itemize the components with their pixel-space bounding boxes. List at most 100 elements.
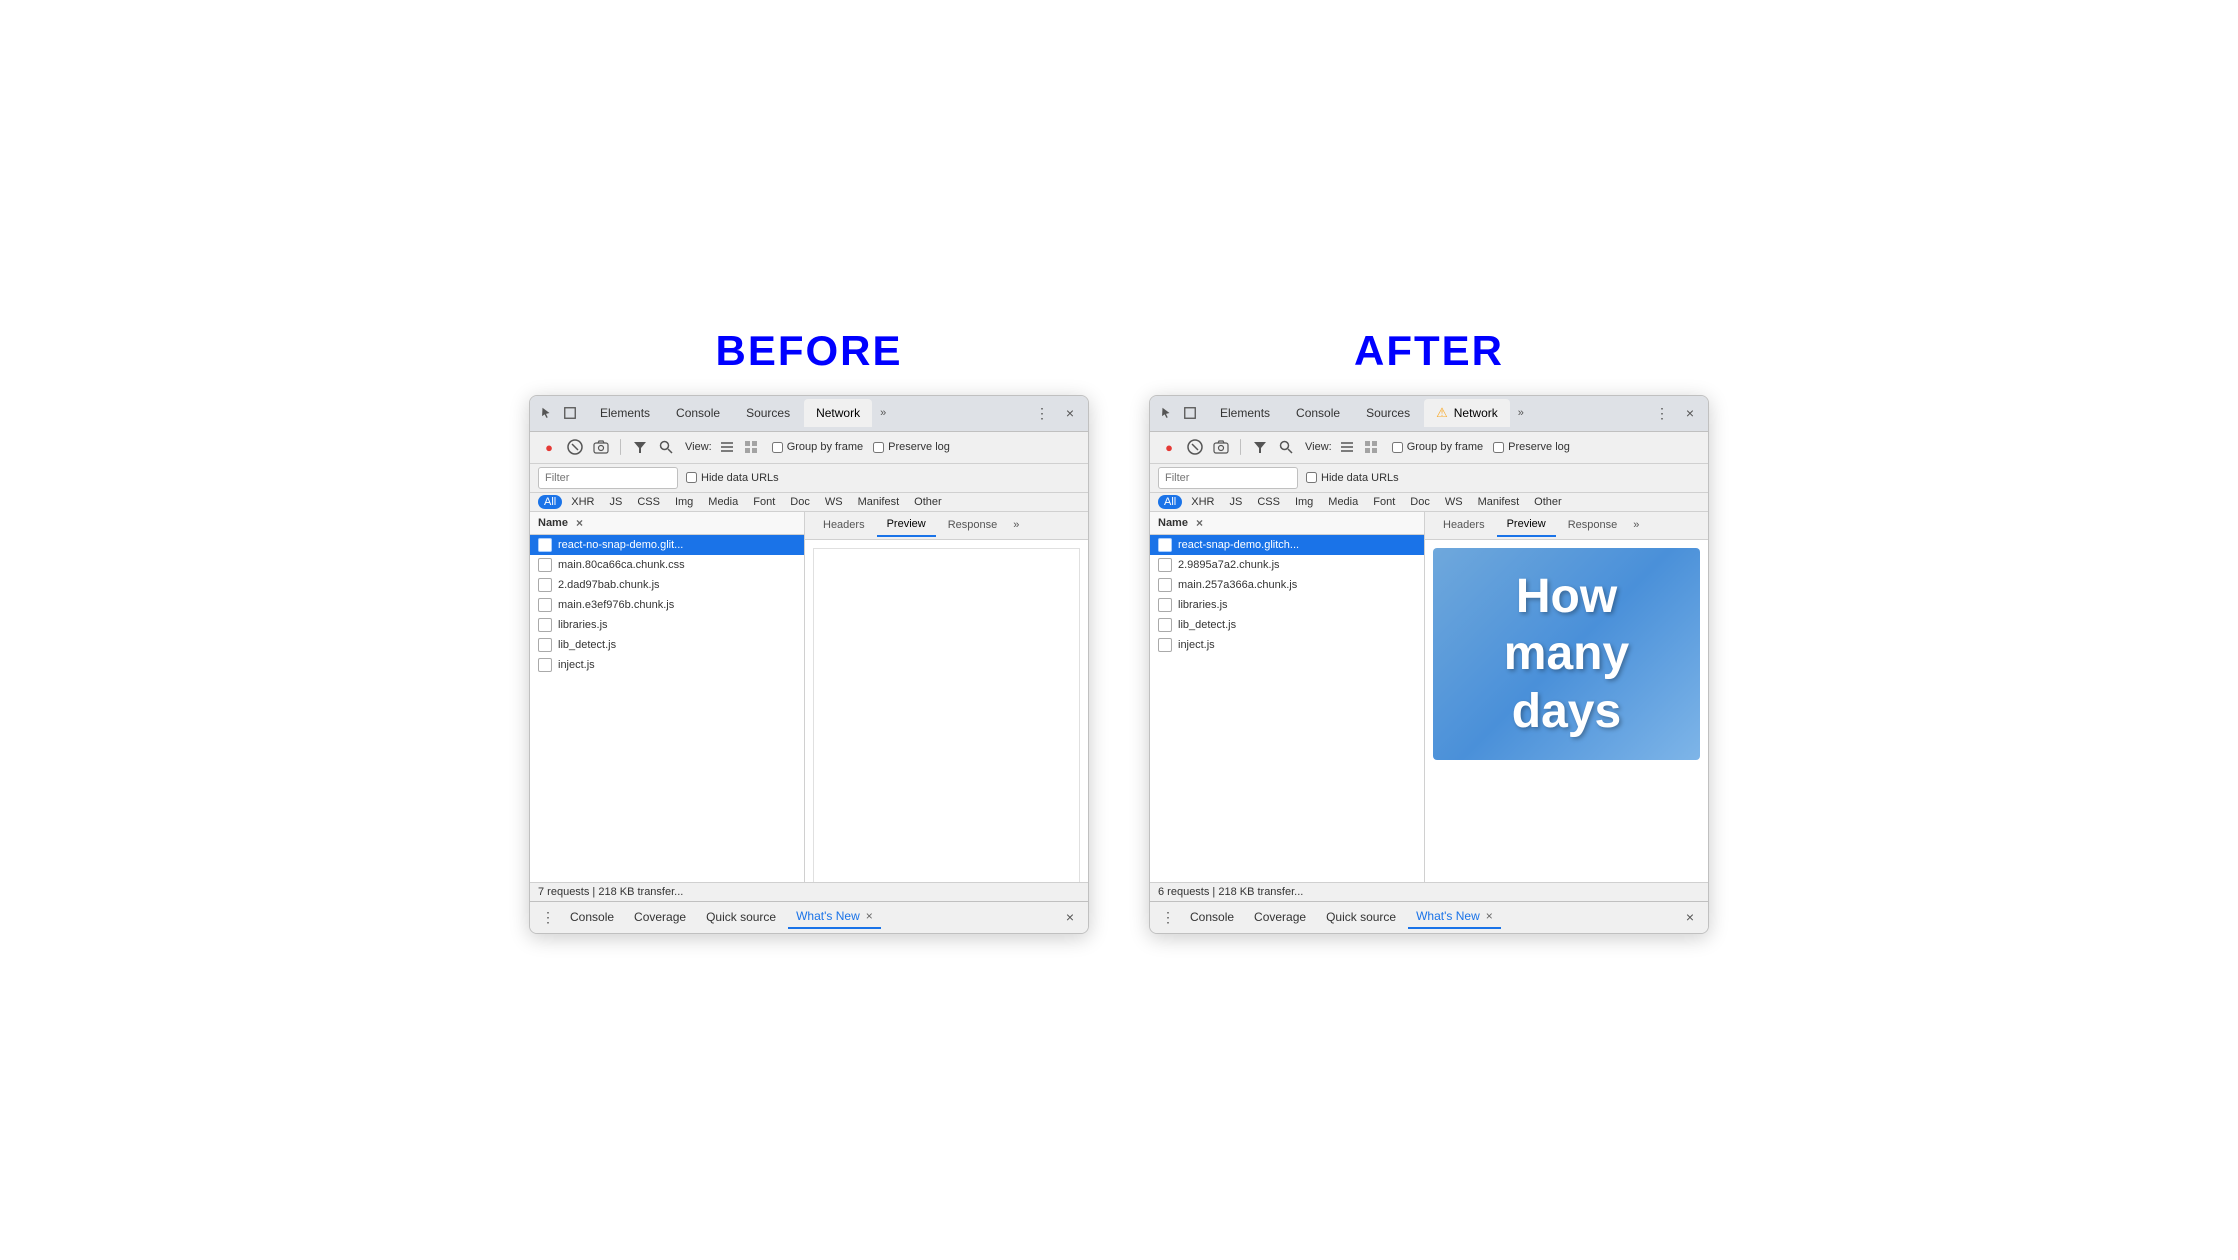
after-res-all[interactable]: All bbox=[1158, 495, 1182, 509]
drawer-menu-icon[interactable]: ⋮ bbox=[538, 907, 558, 927]
cursor-icon[interactable] bbox=[538, 405, 554, 421]
file-item-4[interactable]: libraries.js bbox=[530, 615, 804, 635]
after-file-item-0[interactable]: react-snap-demo.glitch... bbox=[1150, 535, 1424, 555]
drawer-close-btn[interactable]: × bbox=[1060, 907, 1080, 927]
group-by-frame-label[interactable]: Group by frame bbox=[772, 441, 863, 453]
camera-icon-after[interactable] bbox=[1210, 436, 1232, 458]
search-icon-after[interactable] bbox=[1275, 436, 1297, 458]
hide-data-urls-label[interactable]: Hide data URLs bbox=[686, 472, 779, 484]
res-js[interactable]: JS bbox=[603, 495, 628, 509]
after-preview-tab-headers[interactable]: Headers bbox=[1433, 513, 1495, 537]
res-manifest[interactable]: Manifest bbox=[852, 495, 906, 509]
after-file-item-3[interactable]: libraries.js bbox=[1150, 595, 1424, 615]
close-panel-icon-after[interactable]: × bbox=[1196, 516, 1203, 530]
record-icon[interactable]: ● bbox=[538, 436, 560, 458]
tab-more-before[interactable]: » bbox=[874, 407, 892, 419]
tab-elements[interactable]: Elements bbox=[588, 399, 662, 427]
drawer-close-icon[interactable]: × bbox=[866, 909, 873, 923]
after-res-doc[interactable]: Doc bbox=[1404, 495, 1436, 509]
after-drawer-tab-quicksource[interactable]: Quick source bbox=[1318, 905, 1404, 929]
group-by-frame-checkbox[interactable] bbox=[772, 442, 783, 453]
hide-data-urls-label-after[interactable]: Hide data URLs bbox=[1306, 472, 1399, 484]
tab-network-after[interactable]: ⚠ Network bbox=[1424, 399, 1510, 427]
res-img[interactable]: Img bbox=[669, 495, 699, 509]
after-drawer-close-icon[interactable]: × bbox=[1486, 909, 1493, 923]
preview-tab-preview[interactable]: Preview bbox=[877, 513, 936, 537]
filter-icon-after[interactable] bbox=[1249, 436, 1271, 458]
more-options-icon-after[interactable]: ⋮ bbox=[1652, 403, 1672, 423]
after-res-xhr[interactable]: XHR bbox=[1185, 495, 1220, 509]
filter-icon[interactable] bbox=[629, 436, 651, 458]
file-item-2[interactable]: 2.dad97bab.chunk.js bbox=[530, 575, 804, 595]
stop-icon[interactable] bbox=[564, 436, 586, 458]
preserve-log-checkbox-after[interactable] bbox=[1493, 442, 1504, 453]
res-other[interactable]: Other bbox=[908, 495, 948, 509]
after-file-item-4[interactable]: lib_detect.js bbox=[1150, 615, 1424, 635]
tab-console-after[interactable]: Console bbox=[1284, 399, 1352, 427]
tab-more-after[interactable]: » bbox=[1512, 407, 1530, 419]
after-res-js[interactable]: JS bbox=[1223, 495, 1248, 509]
after-res-other[interactable]: Other bbox=[1528, 495, 1568, 509]
res-xhr[interactable]: XHR bbox=[565, 495, 600, 509]
after-preview-tab-more[interactable]: » bbox=[1633, 519, 1639, 531]
more-options-icon[interactable]: ⋮ bbox=[1032, 403, 1052, 423]
after-res-manifest[interactable]: Manifest bbox=[1472, 495, 1526, 509]
file-item-0[interactable]: react-no-snap-demo.glit... bbox=[530, 535, 804, 555]
list-view-icon-after[interactable] bbox=[1336, 436, 1358, 458]
search-icon[interactable] bbox=[655, 436, 677, 458]
res-css[interactable]: CSS bbox=[631, 495, 666, 509]
preserve-log-checkbox[interactable] bbox=[873, 442, 884, 453]
drawer-tab-quicksource[interactable]: Quick source bbox=[698, 905, 784, 929]
after-drawer-tab-whatsnew[interactable]: What's New × bbox=[1408, 905, 1501, 929]
after-res-media[interactable]: Media bbox=[1322, 495, 1364, 509]
grid-view-icon[interactable] bbox=[740, 436, 762, 458]
close-devtools-icon-after[interactable]: × bbox=[1680, 403, 1700, 423]
tab-elements-after[interactable]: Elements bbox=[1208, 399, 1282, 427]
stop-icon-after[interactable] bbox=[1184, 436, 1206, 458]
res-media[interactable]: Media bbox=[702, 495, 744, 509]
hide-data-urls-checkbox-after[interactable] bbox=[1306, 472, 1317, 483]
group-by-frame-checkbox-after[interactable] bbox=[1392, 442, 1403, 453]
res-ws[interactable]: WS bbox=[819, 495, 849, 509]
res-doc[interactable]: Doc bbox=[784, 495, 816, 509]
tab-sources-after[interactable]: Sources bbox=[1354, 399, 1422, 427]
after-res-font[interactable]: Font bbox=[1367, 495, 1401, 509]
preserve-log-label-after[interactable]: Preserve log bbox=[1493, 441, 1570, 453]
preview-tab-headers[interactable]: Headers bbox=[813, 513, 875, 537]
drawer-menu-icon-after[interactable]: ⋮ bbox=[1158, 907, 1178, 927]
list-view-icon[interactable] bbox=[716, 436, 738, 458]
preserve-log-label[interactable]: Preserve log bbox=[873, 441, 950, 453]
tab-network-before[interactable]: Network bbox=[804, 399, 872, 427]
group-by-frame-label-after[interactable]: Group by frame bbox=[1392, 441, 1483, 453]
after-file-item-5[interactable]: inject.js bbox=[1150, 635, 1424, 655]
after-res-img[interactable]: Img bbox=[1289, 495, 1319, 509]
box-icon-after[interactable] bbox=[1182, 405, 1198, 421]
tab-console[interactable]: Console bbox=[664, 399, 732, 427]
after-drawer-tab-console[interactable]: Console bbox=[1182, 905, 1242, 929]
after-res-css[interactable]: CSS bbox=[1251, 495, 1286, 509]
filter-input-after[interactable] bbox=[1158, 467, 1298, 489]
after-preview-tab-preview[interactable]: Preview bbox=[1497, 513, 1556, 537]
preview-tab-response[interactable]: Response bbox=[938, 513, 1008, 537]
drawer-tab-coverage[interactable]: Coverage bbox=[626, 905, 694, 929]
cursor-icon-after[interactable] bbox=[1158, 405, 1174, 421]
file-item-1[interactable]: main.80ca66ca.chunk.css bbox=[530, 555, 804, 575]
preview-tab-more[interactable]: » bbox=[1013, 519, 1019, 531]
after-file-item-2[interactable]: main.257a366a.chunk.js bbox=[1150, 575, 1424, 595]
res-all[interactable]: All bbox=[538, 495, 562, 509]
close-devtools-icon[interactable]: × bbox=[1060, 403, 1080, 423]
box-icon[interactable] bbox=[562, 405, 578, 421]
after-drawer-close-btn[interactable]: × bbox=[1680, 907, 1700, 927]
after-file-item-1[interactable]: 2.9895a7a2.chunk.js bbox=[1150, 555, 1424, 575]
tab-sources[interactable]: Sources bbox=[734, 399, 802, 427]
drawer-tab-whatsnew[interactable]: What's New × bbox=[788, 905, 881, 929]
filter-input[interactable] bbox=[538, 467, 678, 489]
file-item-3[interactable]: main.e3ef976b.chunk.js bbox=[530, 595, 804, 615]
file-item-5[interactable]: lib_detect.js bbox=[530, 635, 804, 655]
close-panel-icon[interactable]: × bbox=[576, 516, 583, 530]
camera-icon[interactable] bbox=[590, 436, 612, 458]
after-preview-tab-response[interactable]: Response bbox=[1558, 513, 1628, 537]
grid-view-icon-after[interactable] bbox=[1360, 436, 1382, 458]
hide-data-urls-checkbox[interactable] bbox=[686, 472, 697, 483]
res-font[interactable]: Font bbox=[747, 495, 781, 509]
